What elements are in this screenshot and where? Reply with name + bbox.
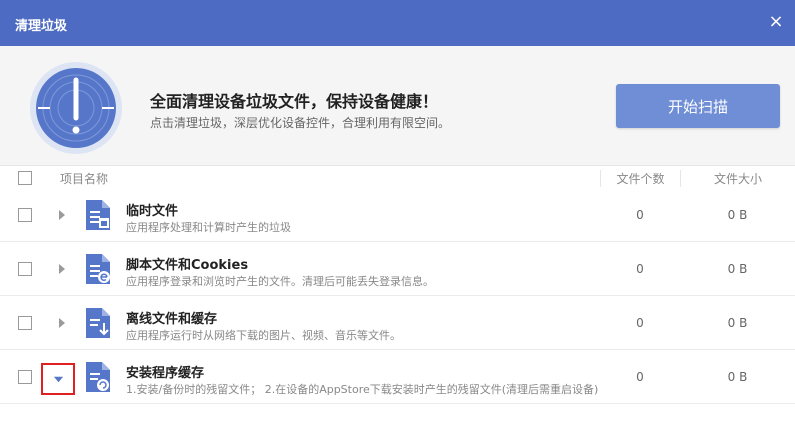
start-scan-button[interactable]: 开始扫描 — [616, 84, 780, 128]
header-size: 文件大小 — [680, 170, 795, 187]
chevron-right-icon[interactable] — [56, 317, 68, 329]
row-name: 安装程序缓存 — [126, 366, 205, 381]
table-header: 项目名称 文件个数 文件大小 — [0, 166, 795, 188]
offline-file-icon — [86, 308, 110, 338]
hero-subtitle: 点击清理垃圾，深层优化设备控件，合理利用有限空间。 — [150, 116, 451, 130]
header-count: 文件个数 — [600, 170, 680, 187]
row-size: 0 B — [727, 262, 748, 276]
broom-clock-icon — [30, 62, 122, 154]
chevron-right-icon[interactable] — [56, 209, 68, 221]
table-row: 脚本文件和Cookies 应用程序登录和浏览时产生的文件。清理后可能丢失登录信息… — [0, 242, 795, 296]
row-count: 0 — [636, 262, 644, 276]
row-checkbox[interactable] — [18, 370, 32, 384]
row-count: 0 — [636, 208, 644, 222]
row-description: 1.安装/备份时的残留文件； 2.在设备的AppStore下载安装时产生的残留文… — [126, 383, 599, 396]
expand-toggle[interactable] — [41, 363, 75, 395]
row-checkbox[interactable] — [18, 208, 32, 222]
row-size: 0 B — [727, 316, 748, 330]
row-size: 0 B — [727, 208, 748, 222]
chevron-down-icon — [53, 376, 64, 383]
row-description: 应用程序处理和计算时产生的垃圾 — [126, 221, 291, 234]
window-title: 清理垃圾 — [15, 19, 68, 34]
hero-panel: 全面清理设备垃圾文件，保持设备健康！ 点击清理垃圾，深层优化设备控件，合理利用有… — [0, 46, 795, 166]
title-bar: 清理垃圾 × — [0, 0, 795, 46]
table-row: 离线文件和缓存 应用程序运行时从网络下载的图片、视频、音乐等文件。 0 0 B — [0, 296, 795, 350]
temp-file-icon — [86, 200, 110, 230]
header-name: 项目名称 — [60, 172, 109, 186]
row-checkbox[interactable] — [18, 316, 32, 330]
row-name: 临时文件 — [126, 204, 179, 219]
row-size: 0 B — [727, 370, 748, 384]
table-row: 安装程序缓存 1.安装/备份时的残留文件； 2.在设备的AppStore下载安装… — [0, 350, 795, 404]
select-all-checkbox[interactable] — [18, 171, 32, 185]
row-name: 脚本文件和Cookies — [126, 258, 249, 273]
hero-headline: 全面清理设备垃圾文件，保持设备健康！ — [150, 92, 439, 111]
script-file-icon — [86, 254, 110, 284]
table-row: 临时文件 应用程序处理和计算时产生的垃圾 0 0 B — [0, 188, 795, 242]
row-name: 离线文件和缓存 — [126, 312, 218, 327]
installer-cache-icon — [86, 362, 110, 392]
close-icon[interactable]: × — [766, 12, 786, 32]
row-count: 0 — [636, 316, 644, 330]
row-checkbox[interactable] — [18, 262, 32, 276]
row-count: 0 — [636, 370, 644, 384]
row-description: 应用程序运行时从网络下载的图片、视频、音乐等文件。 — [126, 329, 401, 342]
row-description: 应用程序登录和浏览时产生的文件。清理后可能丢失登录信息。 — [126, 275, 434, 288]
chevron-right-icon[interactable] — [56, 263, 68, 275]
